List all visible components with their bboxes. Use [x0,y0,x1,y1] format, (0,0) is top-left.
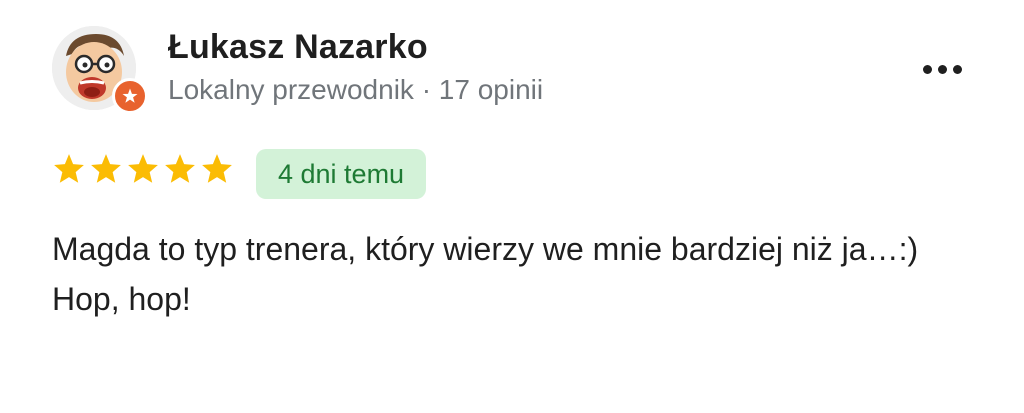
star-icon [128,154,158,183]
more-dot [952,64,962,74]
author-name[interactable]: Łukasz Nazarko [168,28,428,67]
more-horizontal-icon [922,64,932,74]
more-dot [937,64,947,74]
star-icon [54,154,84,183]
author-meta: Lokalny przewodnik · 17 opinii [168,74,544,105]
star-icon [91,154,121,183]
star-icon [202,154,232,183]
review-text-line: Hop, hop! [52,281,191,317]
review-text: Magda to typ trenera, który wierzy we mn… [52,224,972,324]
star-rating [52,152,234,186]
review-card: Łukasz Nazarko Lokalny przewodnik · 17 o… [0,0,1024,413]
more-options-button[interactable] [912,54,972,84]
review-date-badge: 4 dni temu [256,149,427,199]
local-guide-badge-icon [112,78,148,114]
star-icon [165,154,195,183]
author-avatar[interactable] [52,26,148,114]
review-text-line: Magda to typ trenera, który wierzy we mn… [52,231,919,267]
